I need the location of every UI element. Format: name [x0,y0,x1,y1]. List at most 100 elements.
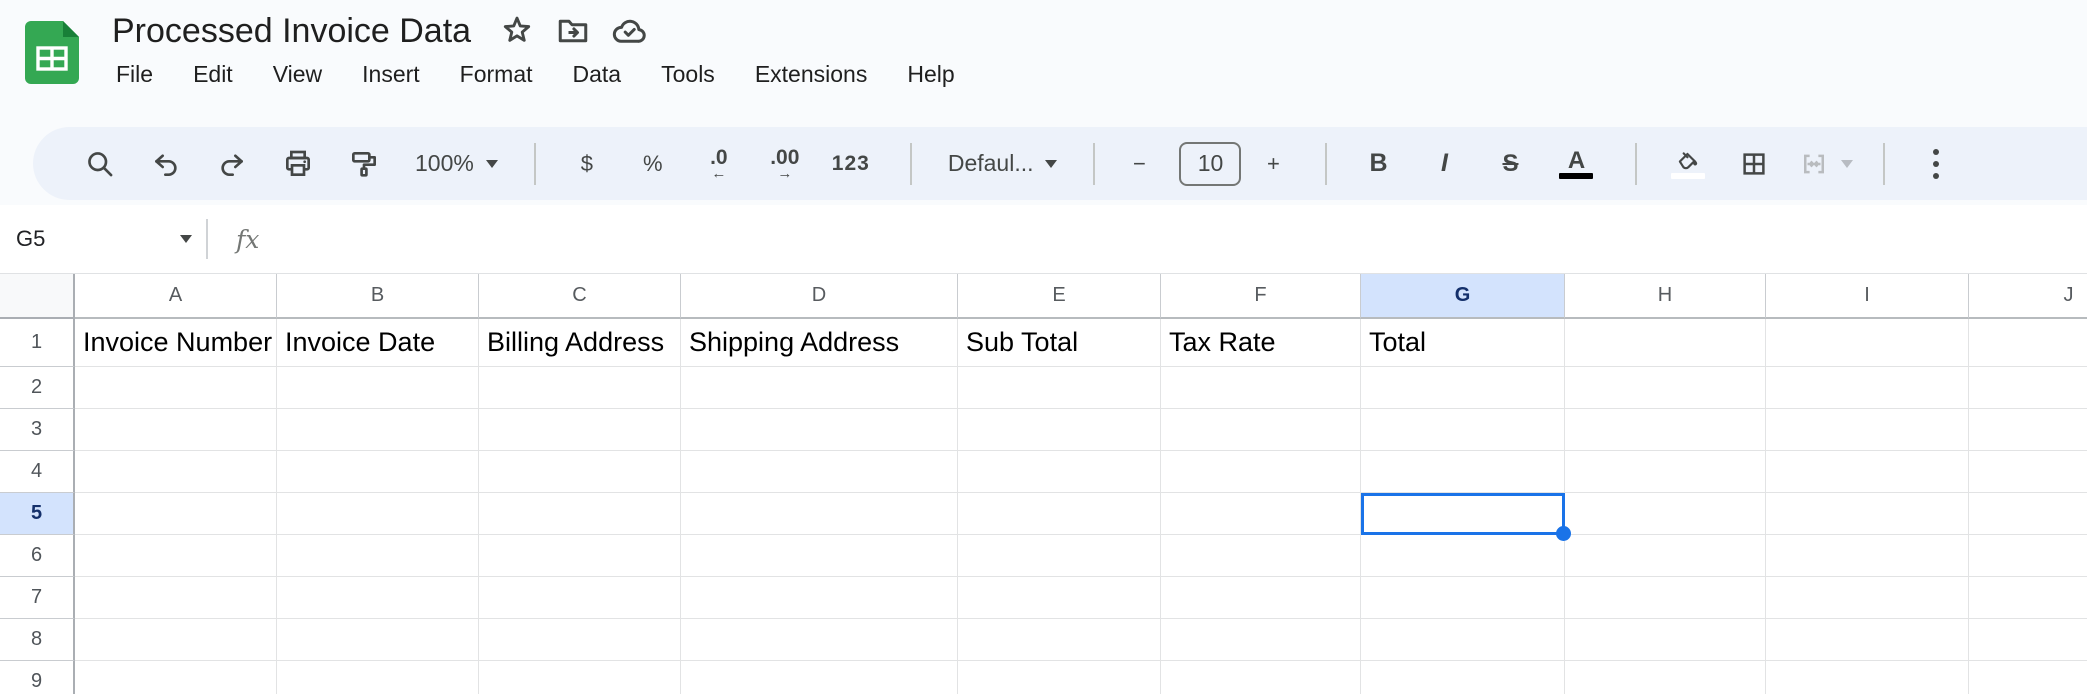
cell-B6[interactable] [277,535,479,577]
column-header-B[interactable]: B [277,274,479,319]
cell-J8[interactable] [1969,619,2087,661]
cell-F5[interactable] [1161,493,1361,535]
move-to-folder-icon[interactable] [553,11,593,51]
format-currency-button[interactable]: $ [558,137,616,191]
format-percent-button[interactable]: % [624,137,682,191]
column-header-I[interactable]: I [1766,274,1969,319]
cell-I1[interactable] [1766,319,1969,367]
cell-G2[interactable] [1361,367,1565,409]
cell-J7[interactable] [1969,577,2087,619]
menu-view[interactable]: View [253,57,342,92]
cell-H5[interactable] [1565,493,1766,535]
cell-J4[interactable] [1969,451,2087,493]
cell-A2[interactable] [75,367,277,409]
cloud-saved-icon[interactable] [609,11,649,51]
menu-help[interactable]: Help [887,57,974,92]
cell-B4[interactable] [277,451,479,493]
cell-I4[interactable] [1766,451,1969,493]
cell-H7[interactable] [1565,577,1766,619]
cell-F7[interactable] [1161,577,1361,619]
cell-D3[interactable] [681,409,958,451]
cell-C1[interactable]: Billing Address [479,319,681,367]
cell-C3[interactable] [479,409,681,451]
row-header-1[interactable]: 1 [0,319,75,367]
cell-I2[interactable] [1766,367,1969,409]
increase-decimal-button[interactable]: .00 → [756,137,814,191]
cell-H9[interactable] [1565,661,1766,694]
cell-H6[interactable] [1565,535,1766,577]
fill-handle[interactable] [1556,526,1571,541]
cell-D4[interactable] [681,451,958,493]
cell-B9[interactable] [277,661,479,694]
search-icon[interactable] [71,137,129,191]
cell-F8[interactable] [1161,619,1361,661]
zoom-control[interactable]: 100% [401,137,512,191]
cell-J5[interactable] [1969,493,2087,535]
row-header-4[interactable]: 4 [0,451,75,493]
row-header-2[interactable]: 2 [0,367,75,409]
cell-E4[interactable] [958,451,1161,493]
document-title[interactable]: Processed Invoice Data [112,12,471,51]
menu-data[interactable]: Data [553,57,642,92]
cell-B2[interactable] [277,367,479,409]
cell-C2[interactable] [479,367,681,409]
cell-J2[interactable] [1969,367,2087,409]
cell-H2[interactable] [1565,367,1766,409]
fill-color-button[interactable] [1659,137,1717,191]
more-options-icon[interactable] [1907,137,1965,191]
cell-G8[interactable] [1361,619,1565,661]
cell-C8[interactable] [479,619,681,661]
cell-G9[interactable] [1361,661,1565,694]
cell-E5[interactable] [958,493,1161,535]
text-color-button[interactable]: A [1547,137,1605,191]
menu-format[interactable]: Format [440,57,553,92]
cell-D7[interactable] [681,577,958,619]
cell-H3[interactable] [1565,409,1766,451]
cell-J3[interactable] [1969,409,2087,451]
menu-tools[interactable]: Tools [641,57,735,92]
cell-H8[interactable] [1565,619,1766,661]
decrease-font-size-button[interactable]: − [1117,137,1161,191]
cell-D8[interactable] [681,619,958,661]
cell-E3[interactable] [958,409,1161,451]
cell-E2[interactable] [958,367,1161,409]
cell-C9[interactable] [479,661,681,694]
row-header-5[interactable]: 5 [0,493,75,535]
cell-J6[interactable] [1969,535,2087,577]
borders-button[interactable] [1725,137,1783,191]
cell-A8[interactable] [75,619,277,661]
cell-G5[interactable] [1361,493,1565,535]
name-box[interactable]: G5 [0,205,206,273]
undo-icon[interactable] [137,137,195,191]
menu-insert[interactable]: Insert [342,57,440,92]
bold-button[interactable]: B [1349,137,1407,191]
column-header-H[interactable]: H [1565,274,1766,319]
italic-button[interactable]: I [1415,137,1473,191]
cell-J9[interactable] [1969,661,2087,694]
cell-G3[interactable] [1361,409,1565,451]
increase-font-size-button[interactable]: + [1251,137,1295,191]
cell-C7[interactable] [479,577,681,619]
cell-E7[interactable] [958,577,1161,619]
row-header-3[interactable]: 3 [0,409,75,451]
strikethrough-button[interactable]: S [1481,137,1539,191]
cell-F6[interactable] [1161,535,1361,577]
cell-F4[interactable] [1161,451,1361,493]
cell-B5[interactable] [277,493,479,535]
column-header-F[interactable]: F [1161,274,1361,319]
cell-B1[interactable]: Invoice Date [277,319,479,367]
row-header-9[interactable]: 9 [0,661,75,694]
cell-D6[interactable] [681,535,958,577]
cell-I7[interactable] [1766,577,1969,619]
cell-D1[interactable]: Shipping Address [681,319,958,367]
cell-E6[interactable] [958,535,1161,577]
cell-G7[interactable] [1361,577,1565,619]
column-header-G[interactable]: G [1361,274,1565,319]
column-header-E[interactable]: E [958,274,1161,319]
select-all-corner[interactable] [0,274,75,319]
cell-D5[interactable] [681,493,958,535]
cell-B8[interactable] [277,619,479,661]
cell-A3[interactable] [75,409,277,451]
cell-A6[interactable] [75,535,277,577]
cell-B3[interactable] [277,409,479,451]
